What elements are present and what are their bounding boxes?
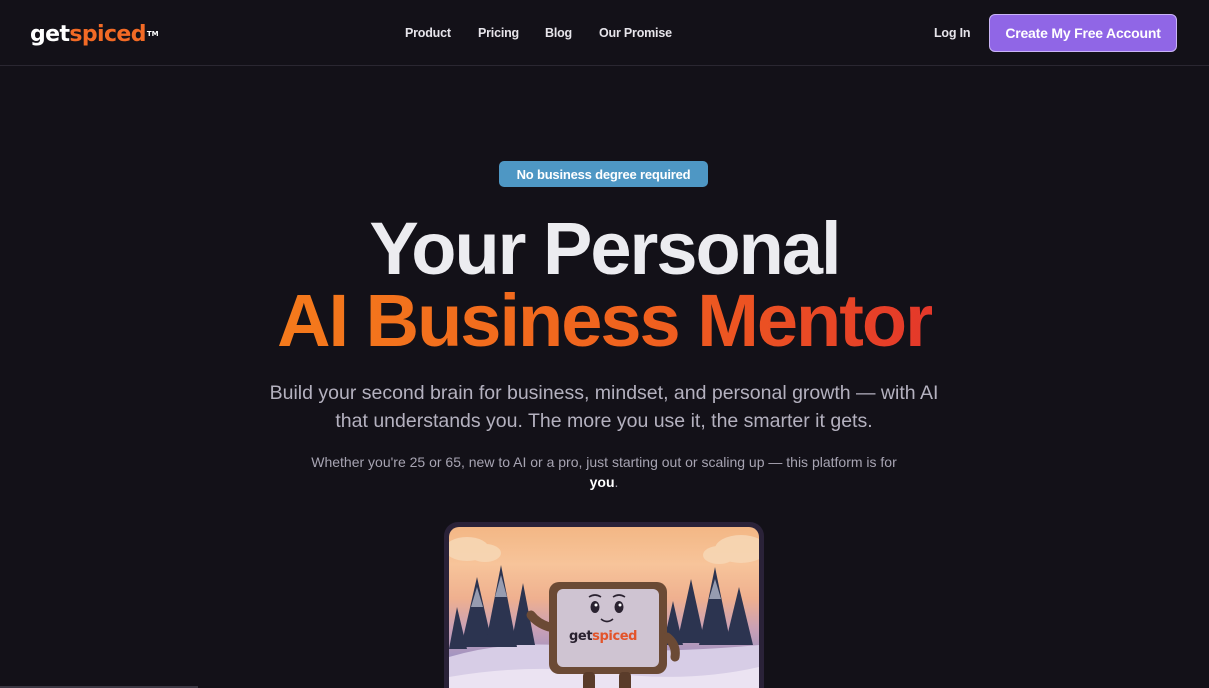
cloud-icon <box>449 535 759 564</box>
hero-note-emphasis: you <box>589 474 615 490</box>
page: getspicedTM Product Pricing Blog Our Pro… <box>0 0 1209 688</box>
logo-get: get <box>30 22 70 47</box>
mascot-illustration-art: getspiced <box>449 535 759 688</box>
hero-image-frame: getspiced <box>444 522 764 688</box>
mascot-illustration: getspiced <box>449 527 759 688</box>
tree-icon <box>663 567 753 645</box>
headline-line-2-text: AI Business Mentor <box>277 279 934 362</box>
headline-line-2: AI Business Mentor <box>0 278 1209 364</box>
logo[interactable]: getspicedTM <box>30 20 159 50</box>
mascot-logo-get: get <box>569 629 592 644</box>
hero-note: Whether you're 25 or 65, new to AI or a … <box>304 452 904 492</box>
hero-subtitle: Build your second brain for business, mi… <box>269 382 939 432</box>
hero-note-text: Whether you're 25 or 65, new to AI or a … <box>311 454 897 470</box>
nav-link-blog[interactable]: Blog <box>545 24 572 42</box>
mascot-logo: getspiced <box>569 629 637 644</box>
hero-badge: No business degree required <box>499 161 708 187</box>
mascot-logo-spiced: spiced <box>592 629 637 644</box>
create-account-button[interactable]: Create My Free Account <box>989 14 1177 52</box>
top-navigation: getspicedTM Product Pricing Blog Our Pro… <box>0 0 1209 66</box>
logo-trademark: TM <box>146 30 159 38</box>
hero-note-suffix: . <box>614 474 619 490</box>
nav-link-pricing[interactable]: Pricing <box>478 24 519 42</box>
login-link[interactable]: Log In <box>934 24 970 42</box>
tree-icon <box>449 565 535 649</box>
nav-link-our-promise[interactable]: Our Promise <box>599 24 672 42</box>
nav-link-product[interactable]: Product <box>405 24 451 42</box>
logo-spiced: spiced <box>69 22 146 47</box>
